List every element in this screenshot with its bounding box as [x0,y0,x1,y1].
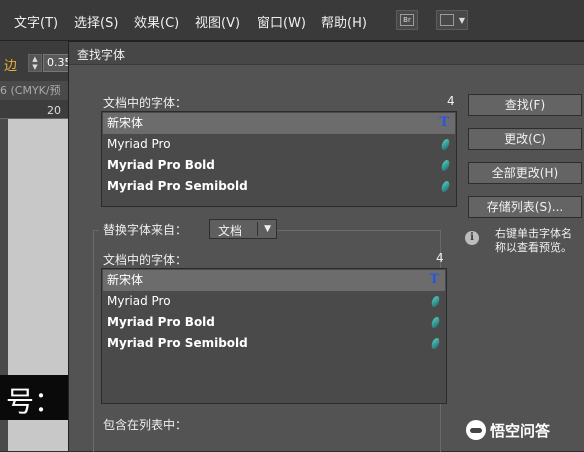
font-row[interactable]: Myriad Pro Semibold [103,176,455,197]
watermark-text: 悟空问答 [490,422,551,440]
menubar: 文字(T) 选择(S) 效果(C) 视图(V) 窗口(W) 帮助(H) Br ▼ [0,0,584,41]
change-button[interactable]: 更改(C) [468,128,582,150]
truetype-icon: T [439,115,449,130]
chevron-down-icon: ▼ [264,224,271,234]
opentype-icon [440,160,451,171]
opentype-icon [440,139,451,150]
font-name: Myriad Pro Semibold [107,179,248,193]
replace-fonts-list[interactable]: 新宋体 T Myriad Pro Myriad Pro Bold Myriad … [101,268,447,404]
replace-source-value: 文档 [218,224,243,238]
replace-source-select[interactable]: 文档 ▼ [209,219,277,239]
info-icon: i [465,231,479,245]
font-row[interactable]: Myriad Pro Bold [103,155,455,176]
font-row[interactable]: Myriad Pro Bold [103,312,445,333]
chevron-down-icon: ▼ [458,16,465,25]
replace-fonts-label: 文档中的字体： [103,253,188,267]
doc-fonts-list[interactable]: 新宋体 T Myriad Pro Myriad Pro Bold Myriad … [101,111,457,207]
layout-grid-icon [440,14,454,26]
replace-from-label: 替换字体来自： [103,223,188,237]
save-list-button[interactable]: 存储列表(S)... [468,196,582,218]
menu-help[interactable]: 帮助(H) [321,12,367,31]
ruler-number: 20 [47,104,61,117]
truetype-icon: T [429,272,439,287]
dialog-titlebar: 查找字体 [69,42,584,65]
opentype-icon [430,338,441,349]
font-name: Myriad Pro Semibold [107,336,248,350]
menu-view[interactable]: 视图(V) [195,12,240,31]
font-name: 新宋体 [107,116,144,130]
font-name: 新宋体 [107,273,144,287]
font-name: Myriad Pro [107,137,171,151]
opentype-icon [430,296,441,307]
bridge-button[interactable]: Br [396,10,418,30]
dialog-title: 查找字体 [77,48,126,62]
arrange-documents-button[interactable]: ▼ [436,10,468,30]
opentype-icon [440,181,451,192]
menu-window[interactable]: 窗口(W) [257,12,306,31]
doc-fonts-count: 4 [447,94,455,108]
font-name: Myriad Pro Bold [107,315,215,329]
font-name: Myriad Pro Bold [107,158,215,172]
font-row[interactable]: Myriad Pro [103,291,445,312]
info-text: 右键单击字体名称以查看预览。 [495,227,572,254]
bridge-icon: Br [400,14,414,26]
opentype-icon [430,317,441,328]
font-row[interactable]: 新宋体 T [103,113,455,134]
font-name: Myriad Pro [107,294,171,308]
doc-fonts-label: 文档中的字体： [103,96,188,110]
value-stepper[interactable]: ▲ ▼ [28,54,42,72]
find-font-dialog: 查找字体 文档中的字体： 4 新宋体 T Myriad Pro Myriad P… [68,41,584,452]
font-row[interactable]: Myriad Pro Semibold [103,333,445,354]
edge-label: 边 [4,59,18,74]
document-tab[interactable]: 6 (CMYK/预 [0,82,70,100]
wukong-logo-icon [466,420,486,440]
change-all-button[interactable]: 全部更改(H) [468,162,582,184]
font-row[interactable]: Myriad Pro [103,134,455,155]
artboard-text: 号： [6,385,63,418]
menu-text[interactable]: 文字(T) [14,12,58,31]
font-row[interactable]: 新宋体 T [103,270,445,291]
replace-fonts-count: 4 [436,251,444,265]
find-button[interactable]: 查找(F) [468,94,582,116]
include-in-list-label: 包含在列表中： [103,418,188,432]
menu-select[interactable]: 选择(S) [74,12,118,31]
menu-effect[interactable]: 效果(C) [134,12,179,31]
